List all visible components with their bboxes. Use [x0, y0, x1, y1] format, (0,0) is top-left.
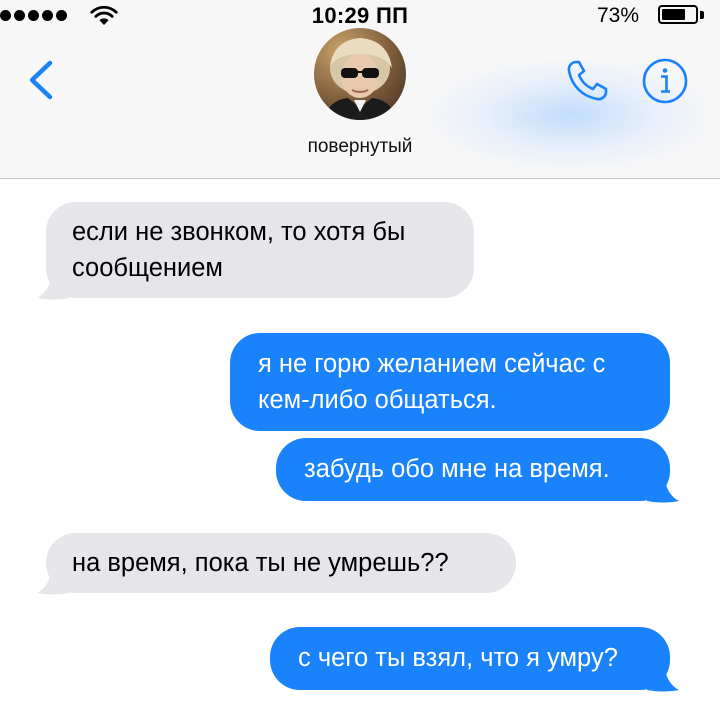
battery-level: [662, 9, 686, 20]
message-bubble-sent[interactable]: забудь обо мне на время.: [276, 438, 679, 503]
message-line: с чего ты взял, что я умру?: [298, 644, 618, 672]
message-text: забудь обо мне на время.: [304, 451, 644, 487]
message-bubble-sent[interactable]: я не горю желанием сейчас с кем-либо общ…: [230, 333, 670, 431]
battery-percent: 73%: [597, 4, 640, 27]
chevron-left-icon: [29, 60, 53, 100]
contact-avatar[interactable]: [314, 28, 406, 120]
message-line: забудь обо мне на время.: [304, 455, 610, 483]
info-icon: [642, 58, 688, 104]
message-bubble-received[interactable]: если не звонком, то хотя бы сообщением: [37, 202, 474, 300]
message-line: если не звонком, то хотя бы: [72, 218, 406, 246]
message-text: с чего ты взял, что я умру?: [298, 640, 644, 676]
battery-icon: [658, 5, 698, 24]
back-button[interactable]: [22, 55, 62, 105]
contact-name[interactable]: повернутый: [240, 136, 480, 158]
bubble-tail: [647, 668, 679, 692]
wifi-icon: [90, 5, 118, 25]
message-line: я не горю желанием сейчас с: [258, 350, 606, 378]
info-button[interactable]: [640, 56, 690, 106]
message-text: я не горю желанием сейчас с кем-либо общ…: [258, 346, 644, 418]
phone-icon: [567, 60, 608, 101]
status-time: 10:29 ПП: [311, 3, 409, 28]
message-text: на время, пока ты не умрешь??: [72, 545, 490, 581]
battery-tip: [700, 11, 704, 19]
bubble-tail: [37, 571, 69, 595]
message-line: сообщением: [72, 254, 223, 282]
message-bubble-sent[interactable]: с чего ты взял, что я умру?: [270, 627, 679, 692]
conversation-header: 10:29 ПП 73% повернутый: [0, 0, 720, 179]
call-button[interactable]: [562, 56, 612, 106]
bubble-tail: [37, 276, 69, 300]
message-text: если не звонком, то хотя бы сообщением: [72, 214, 448, 286]
message-line: кем-либо общаться.: [258, 386, 497, 414]
bubble-tail: [647, 479, 679, 503]
message-line: на время, пока ты не умрешь??: [72, 549, 449, 577]
signal-strength-icon: [0, 10, 67, 21]
message-bubble-received[interactable]: на время, пока ты не умрешь??: [37, 533, 516, 595]
avatar-image: [324, 38, 396, 120]
